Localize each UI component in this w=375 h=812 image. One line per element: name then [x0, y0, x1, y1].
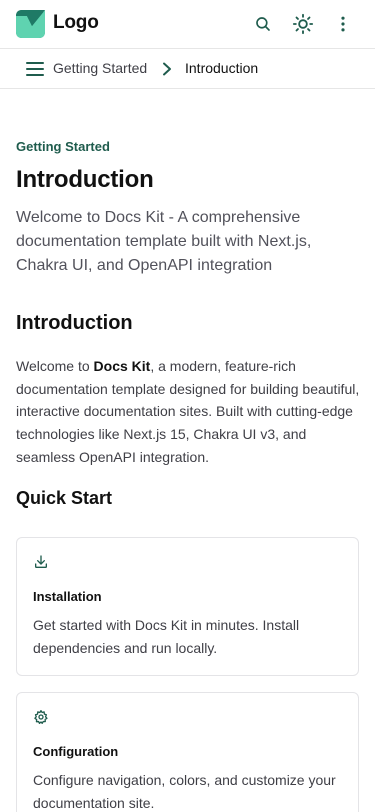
- intro-text-before: Welcome to: [16, 358, 94, 374]
- quick-start-heading: Quick Start: [16, 488, 113, 508]
- search-icon[interactable]: [251, 12, 275, 36]
- gear-icon: [33, 709, 51, 727]
- card-description: Configure navigation, colors, and custom…: [33, 772, 336, 811]
- logo-icon[interactable]: [16, 10, 45, 38]
- installation-card[interactable]: Installation Get started with Docs Kit i…: [16, 537, 359, 676]
- card-description: Get started with Docs Kit in minutes. In…: [33, 617, 300, 656]
- card-title: Installation: [33, 589, 102, 604]
- breadcrumb-parent[interactable]: Getting Started: [53, 60, 147, 76]
- download-icon: [33, 554, 51, 572]
- page-subtitle: Welcome to Docs Kit - A comprehensive do…: [16, 209, 312, 274]
- intro-text-bold: Docs Kit: [93, 358, 151, 374]
- configuration-card[interactable]: Configuration Configure navigation, colo…: [16, 692, 359, 812]
- breadcrumb-current: Introduction: [185, 60, 259, 76]
- section-eyebrow: Getting Started: [16, 139, 110, 154]
- sun-icon[interactable]: [291, 12, 315, 36]
- page-title: Introduction: [16, 166, 154, 193]
- more-vertical-icon[interactable]: [331, 12, 355, 36]
- top-bar: Logo: [0, 0, 375, 49]
- intro-paragraph: Welcome to Docs Kit, a modern, feature-r…: [16, 355, 366, 469]
- menu-icon[interactable]: [24, 58, 46, 80]
- breadcrumb: Getting Started Introduction: [0, 49, 375, 89]
- chevron-right-icon: [159, 60, 175, 78]
- intro-text-after: , a modern, feature-rich documentation t…: [16, 358, 360, 465]
- intro-heading: Introduction: [16, 312, 133, 334]
- logo-text[interactable]: Logo: [53, 12, 99, 34]
- card-title: Configuration: [33, 744, 119, 759]
